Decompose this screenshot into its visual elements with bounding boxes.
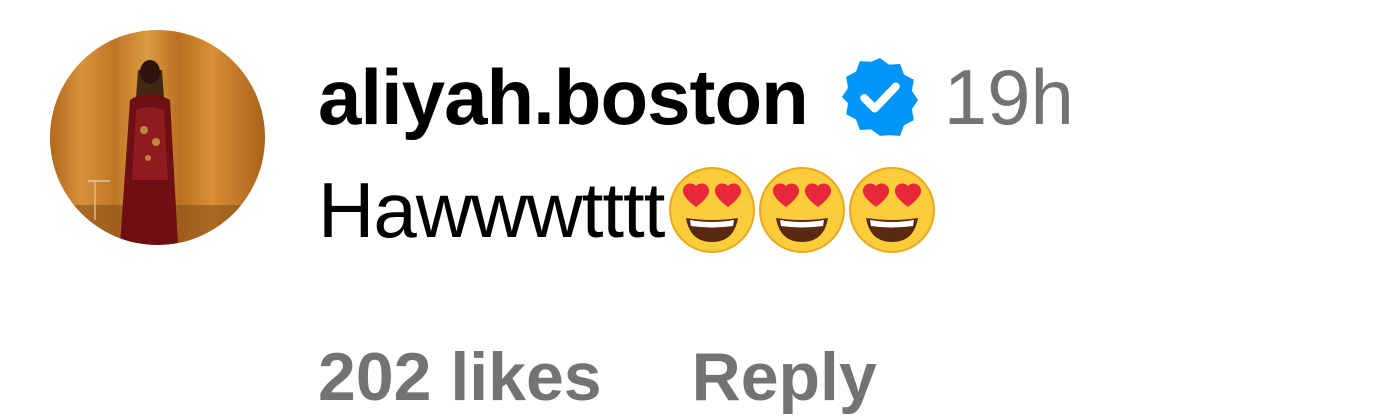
reply-button[interactable]: Reply xyxy=(692,338,877,416)
heart-eyes-emoji-icon xyxy=(668,166,756,254)
comment-header: aliyah.boston 19h xyxy=(318,42,1074,152)
heart-eyes-emoji-icon xyxy=(848,166,936,254)
avatar[interactable] xyxy=(50,30,265,245)
comment-body: Hawwwtttt xyxy=(318,160,938,260)
comment: aliyah.boston 19h Hawwwtttt 202 likes Re… xyxy=(0,0,1400,420)
timestamp: 19h xyxy=(943,52,1074,141)
heart-eyes-emoji-icon xyxy=(758,166,846,254)
username-link[interactable]: aliyah.boston xyxy=(318,52,809,143)
avatar-photo xyxy=(50,30,265,245)
comment-actions: 202 likes Reply xyxy=(318,338,877,416)
comment-text: Hawwwtttt xyxy=(318,165,665,254)
emoji-group xyxy=(668,166,938,254)
verified-badge-icon xyxy=(838,55,922,139)
likes-count-button[interactable]: 202 likes xyxy=(318,338,602,416)
